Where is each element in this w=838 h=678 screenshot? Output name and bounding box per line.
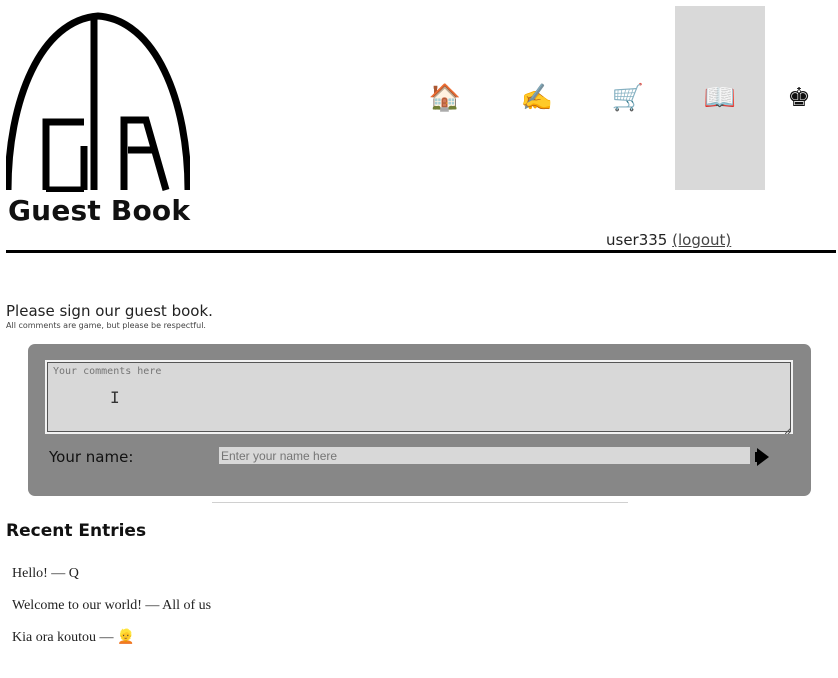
nav-guestbook[interactable]: 📖 (675, 6, 765, 190)
list-item: Welcome to our world! — All of us (12, 598, 212, 613)
open-book-icon: 📖 (703, 83, 737, 113)
logout-link[interactable]: (logout) (672, 231, 731, 249)
writing-hand-icon: ✍️ (520, 83, 554, 113)
shopping-cart-icon: 🛒 (611, 83, 645, 113)
section-divider (212, 502, 628, 503)
main-nav: 🏠 ✍️ 🛒 📖 ♚ (400, 6, 838, 190)
nav-chess[interactable]: ♚ (754, 6, 838, 190)
nav-home[interactable]: 🏠 (400, 6, 490, 190)
entries-list: Hello! — Q Welcome to our world! — All o… (12, 566, 211, 662)
ga-logo (6, 12, 190, 192)
comment-textarea[interactable] (45, 360, 793, 434)
name-input[interactable] (219, 447, 750, 464)
nav-shop[interactable]: 🛒 (583, 6, 673, 190)
recent-entries-title: Recent Entries (6, 521, 147, 541)
page-subtext: All comments are game, but please be res… (6, 321, 206, 330)
user-status: user335 (logout) (606, 231, 731, 249)
nav-write[interactable]: ✍️ (492, 6, 582, 190)
resize-handle-icon[interactable] (785, 428, 791, 434)
header-divider (6, 250, 836, 253)
submit-arrow-icon[interactable] (755, 446, 771, 468)
intro: Please sign our guest book. All comments… (6, 302, 213, 330)
house-icon: 🏠 (428, 83, 462, 113)
guestbook-form: I Your name: (28, 344, 811, 496)
site-title: Guest Book (8, 194, 191, 227)
list-item: Hello! — Q (12, 566, 79, 581)
page-heading: Please sign our guest book. (6, 302, 213, 320)
site-header: Guest Book 🏠 ✍️ 🛒 📖 ♚ user335 (logout) (0, 0, 838, 256)
text-cursor-icon: I (110, 388, 120, 407)
list-item: Kia ora koutou — 👱 (12, 630, 135, 645)
chess-king-icon: ♚ (787, 83, 811, 113)
username: user335 (606, 231, 668, 249)
name-label: Your name: (49, 448, 134, 466)
